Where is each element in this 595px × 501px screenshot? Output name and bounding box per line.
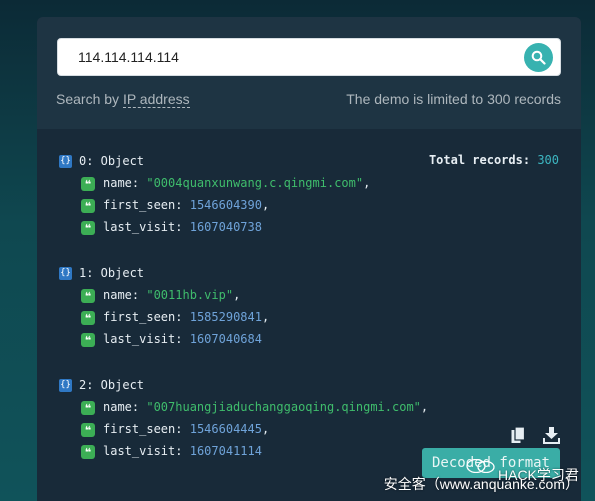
quote-icon: ❝	[81, 444, 95, 459]
quote-icon: ❝	[81, 220, 95, 235]
field-last-visit: ❝ last_visit: 1607040738	[81, 220, 262, 235]
record-header[interactable]: {} 1: Object	[59, 266, 144, 280]
field-value: 1607040684	[189, 332, 262, 346]
search-button[interactable]	[524, 43, 553, 72]
quote-icon: ❝	[81, 198, 95, 213]
total-records-value: 300	[537, 153, 559, 167]
field-last-visit: ❝ last_visit: 1607040684	[81, 332, 262, 347]
download-icon	[543, 427, 560, 444]
record-header[interactable]: {} 2: Object	[59, 378, 144, 392]
total-records: Total records: 300	[429, 153, 559, 167]
object-braces-icon: {}	[59, 379, 72, 392]
total-records-label: Total records:	[428, 153, 538, 167]
wechat-icon	[466, 459, 495, 473]
download-button[interactable]	[543, 427, 560, 447]
object-braces-icon: {}	[59, 155, 72, 168]
search-hint: Search by IP address	[56, 91, 190, 108]
record-title: 1: Object	[79, 266, 145, 280]
field-value: 1546604445	[189, 422, 262, 436]
field-first-seen: ❝ first_seen: 1585290841,	[81, 310, 269, 325]
search-hint-prefix: Search by	[56, 91, 123, 107]
quote-icon: ❝	[81, 422, 95, 437]
copy-icon	[511, 426, 526, 443]
field-value: 1607041114	[189, 444, 262, 458]
field-key: name:	[103, 288, 140, 302]
field-value: 1546604390	[189, 198, 262, 212]
record-title: 0: Object	[79, 154, 145, 168]
quote-icon: ❝	[81, 288, 95, 303]
field-value: 1585290841	[189, 310, 262, 324]
search-header: Search by IP address The demo is limited…	[37, 17, 581, 129]
watermark-source: 安全客（www.anquanke.com）	[383, 476, 579, 492]
results-area: Total records: 300 {} 0: Object ❝ name: "0…	[37, 129, 581, 501]
ip-address-link[interactable]: IP address	[122, 91, 190, 108]
search-icon	[531, 50, 546, 65]
field-key: last_visit:	[103, 444, 183, 458]
field-last-visit: ❝ last_visit: 1607041114	[81, 444, 262, 459]
field-name: ❝ name: "0011hb.vip",	[81, 288, 240, 303]
field-name: ❝ name: "0004quanxunwang.c.qingmi.com",	[81, 176, 370, 191]
field-key: name:	[103, 176, 140, 190]
quote-icon: ❝	[81, 400, 95, 415]
object-braces-icon: {}	[59, 267, 72, 280]
record-header[interactable]: {} 0: Object	[59, 154, 144, 168]
field-name: ❝ name: "007huangjiaduchanggaoqing.qingmi…	[81, 400, 428, 415]
demo-limit-note: The demo is limited to 300 records	[346, 91, 561, 107]
quote-icon: ❝	[81, 332, 95, 347]
field-first-seen: ❝ first_seen: 1546604390,	[81, 198, 269, 213]
search-box	[57, 38, 561, 76]
search-panel: Search by IP address The demo is limited…	[37, 17, 581, 501]
field-value: "0011hb.vip"	[146, 288, 234, 302]
field-key: first_seen:	[103, 310, 183, 324]
field-key: first_seen:	[103, 198, 183, 212]
field-key: name:	[103, 400, 140, 414]
field-key: first_seen:	[103, 422, 183, 436]
quote-icon: ❝	[81, 310, 95, 325]
copy-button[interactable]	[511, 426, 526, 447]
field-value: 1607040738	[189, 220, 262, 234]
record-title: 2: Object	[79, 378, 145, 392]
field-first-seen: ❝ first_seen: 1546604445,	[81, 422, 269, 437]
field-value: "007huangjiaduchanggaoqing.qingmi.com"	[146, 400, 421, 414]
field-value: "0004quanxunwang.c.qingmi.com"	[146, 176, 364, 190]
quote-icon: ❝	[81, 176, 95, 191]
field-key: last_visit:	[103, 220, 183, 234]
field-key: last_visit:	[103, 332, 183, 346]
search-input[interactable]	[78, 39, 518, 75]
